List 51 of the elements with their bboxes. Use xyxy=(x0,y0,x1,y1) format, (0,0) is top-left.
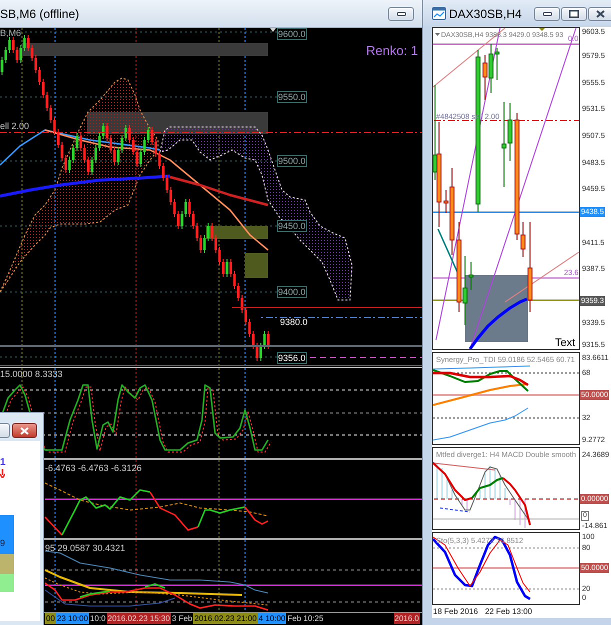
price-label: 9380.0 xyxy=(279,316,309,328)
marker-text: 1 xyxy=(0,457,6,468)
maximize-button[interactable] xyxy=(561,6,587,20)
zone-rectangle xyxy=(245,253,268,278)
window-button[interactable] xyxy=(0,423,10,438)
time-label: 10:0 xyxy=(89,613,107,624)
chart-symbol-label: B,M6 xyxy=(0,28,22,39)
time-label: Feb 10:25 xyxy=(286,613,324,624)
pane-label: -6.4763 -6.4763 -6.3126 xyxy=(45,463,142,474)
price-label: 9600.0 xyxy=(277,28,307,40)
maximize-icon xyxy=(569,10,579,18)
price-label: 9450.0 xyxy=(277,220,307,232)
time-label: 2016.0 xyxy=(394,613,420,624)
close-icon xyxy=(596,10,604,18)
renko-label: Renko: 1 xyxy=(366,43,418,58)
dropdown-icon xyxy=(435,33,440,36)
minimize-button[interactable] xyxy=(388,6,414,20)
pane-label: 95 29.0587 30.4321 xyxy=(45,543,126,554)
price-label: 9400.0 xyxy=(277,286,307,298)
time-label: 22 Feb 13:00 xyxy=(484,606,532,616)
time-label: 2016.02.23 21:00 xyxy=(193,613,258,624)
time-label: 23 10:00 xyxy=(56,613,90,624)
value-text: 9 xyxy=(0,538,6,548)
minimize-button[interactable] xyxy=(534,6,560,20)
close-button[interactable] xyxy=(12,423,37,438)
zone-rectangle xyxy=(465,275,528,342)
minimize-icon xyxy=(396,12,406,16)
window-title: SB,M6 (offline) xyxy=(0,6,80,20)
window-title: DAX30SB,H4 xyxy=(449,6,522,20)
price-label: 9550.0 xyxy=(277,91,307,103)
trend-line xyxy=(433,462,496,470)
close-button[interactable] xyxy=(588,6,611,20)
chart-window-icon xyxy=(432,7,446,20)
trend-line xyxy=(440,508,470,512)
close-icon xyxy=(20,426,29,434)
price-label: 9500.0 xyxy=(277,155,307,167)
order-label: ell 2.00 xyxy=(0,121,30,132)
arrow-down-icon xyxy=(0,469,5,478)
triangle-marker-icon xyxy=(270,28,276,32)
time-label: 00 xyxy=(45,613,56,624)
color-block xyxy=(0,574,14,592)
moving-average-line xyxy=(468,298,528,349)
time-label: 18 Feb 2016 xyxy=(433,606,478,616)
time-label: 3 Feb xyxy=(170,613,194,624)
minimize-icon xyxy=(542,12,552,16)
pane-label: 15.0000 8.3333 xyxy=(0,369,63,380)
time-label: 2016.02.23 15:30 xyxy=(106,613,171,624)
text-label: Text xyxy=(555,337,576,349)
time-label: 4 10:00 xyxy=(258,613,286,624)
price-label: 9356.0 xyxy=(277,352,307,364)
triangle-marker-icon xyxy=(539,28,545,31)
